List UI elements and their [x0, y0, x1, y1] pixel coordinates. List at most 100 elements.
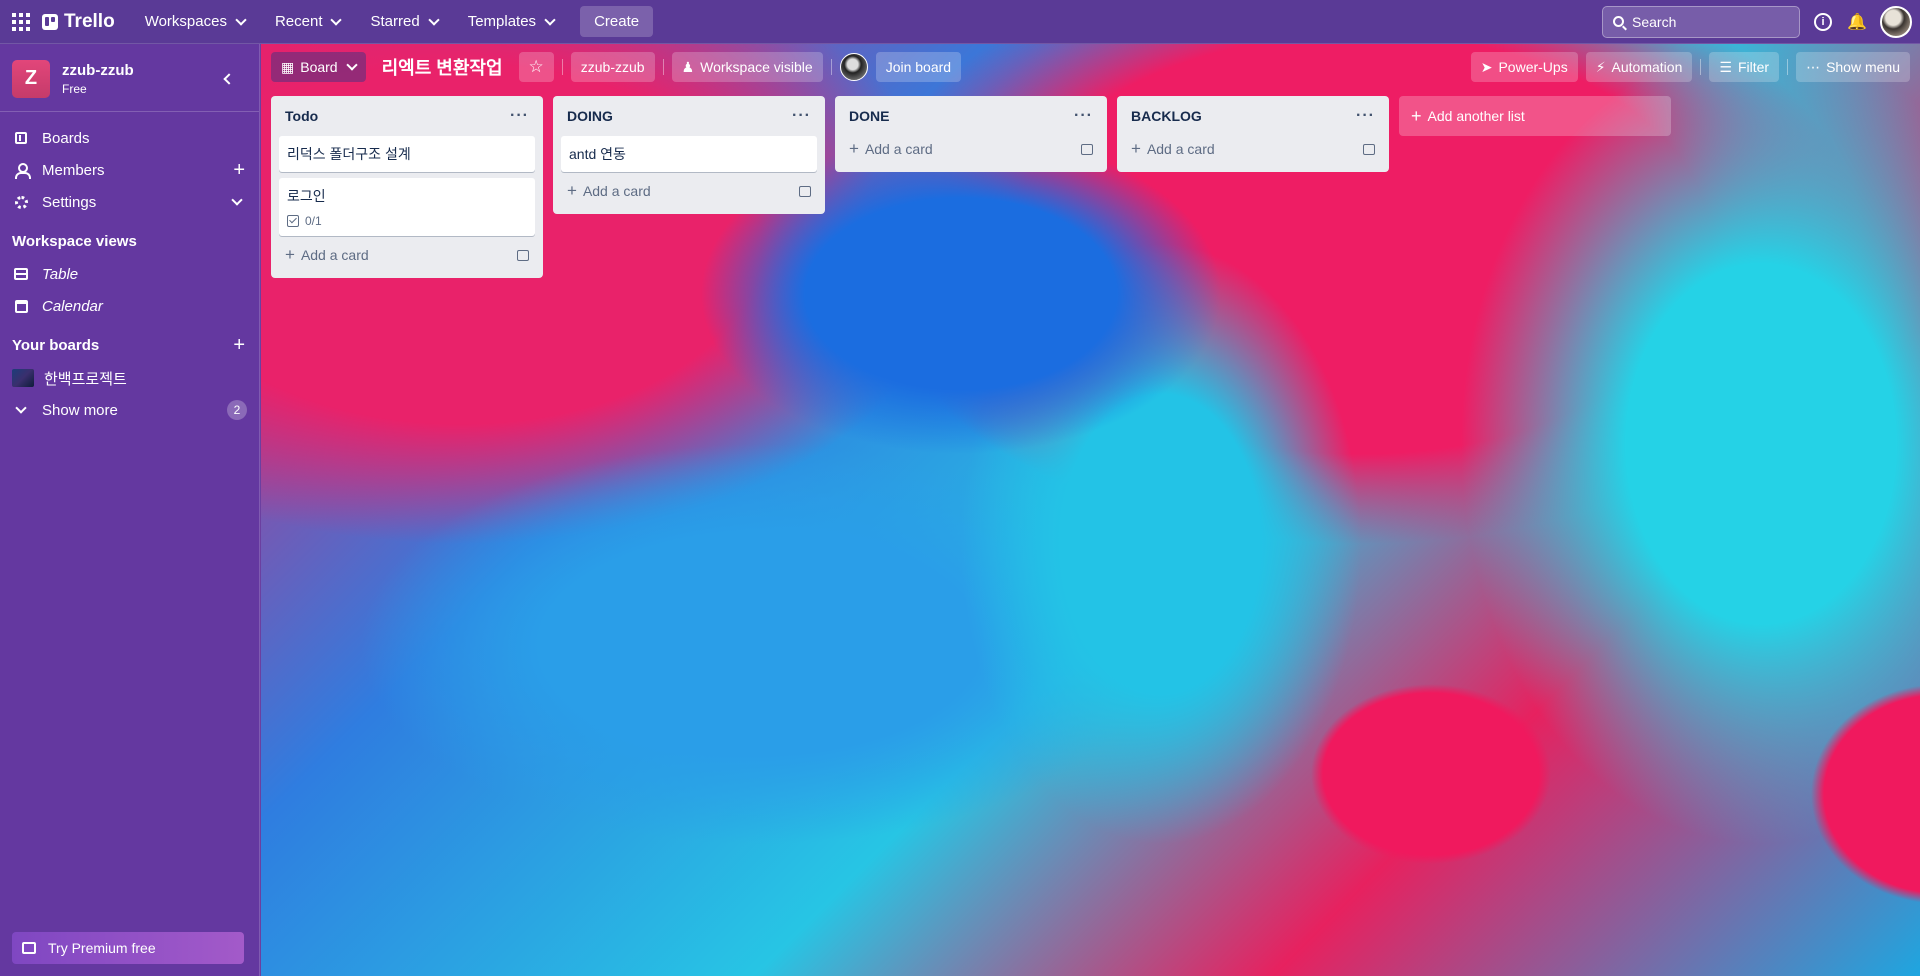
filter-icon: ☰: [1719, 58, 1732, 75]
plus-icon: +: [285, 245, 295, 264]
list-menu-icon[interactable]: ···: [792, 107, 811, 125]
workspace-plan: Free: [62, 81, 87, 96]
list-todo[interactable]: Todo ··· 리덕스 폴더구조 설계 로그인 0/1 + Add a car…: [271, 96, 543, 278]
list-title[interactable]: BACKLOG: [1131, 108, 1202, 124]
premium-icon: [22, 942, 36, 954]
board-thumbnail: [12, 369, 34, 387]
sidebar-item-calendar[interactable]: Calendar: [0, 290, 259, 322]
star-board-button[interactable]: ☆: [518, 52, 554, 82]
divider: [830, 59, 832, 75]
workspace-name[interactable]: zzub-zzub: [62, 62, 134, 79]
table-icon: [14, 268, 28, 280]
card-template-icon[interactable]: [799, 185, 811, 197]
plus-icon: +: [1411, 105, 1422, 126]
workspace-views-heading: Workspace views: [12, 232, 137, 250]
card[interactable]: 리덕스 폴더구조 설계: [279, 136, 535, 172]
sidebar-item-label: Boards: [42, 129, 90, 147]
add-card-label: Add a card: [300, 247, 369, 263]
sidebar-board-item[interactable]: 한백프로젝트: [0, 362, 259, 394]
member-avatar[interactable]: [839, 53, 868, 81]
trello-logo[interactable]: Trello: [42, 11, 115, 33]
nav-templates[interactable]: Templates: [456, 7, 566, 36]
info-icon: i: [1814, 12, 1832, 31]
list-menu-icon[interactable]: ···: [1074, 107, 1093, 125]
board-view-switcher[interactable]: ▦ Board: [271, 52, 366, 82]
calendar-icon: [14, 299, 28, 313]
show-more-count: 2: [227, 400, 247, 420]
sidebar-item-label: Settings: [42, 193, 97, 211]
add-board-icon[interactable]: +: [233, 334, 245, 357]
nav-starred[interactable]: Starred: [358, 7, 449, 36]
divider: [1700, 59, 1702, 75]
notifications-button[interactable]: 🔔: [1846, 11, 1868, 33]
chevron-down-icon: [428, 13, 440, 26]
person-icon: [15, 163, 31, 179]
card-template-icon[interactable]: [1363, 143, 1375, 155]
your-boards-heading: Your boards +: [0, 328, 259, 362]
visibility-button[interactable]: ♟ Workspace visible: [671, 52, 823, 82]
card[interactable]: 로그인 0/1: [279, 178, 535, 236]
list-doing[interactable]: DOING ··· antd 연동 + Add a card: [553, 96, 825, 214]
add-card-button[interactable]: + Add a card: [279, 240, 535, 270]
sidebar-item-members[interactable]: Members +: [0, 154, 259, 186]
premium-label: Try Premium free: [48, 940, 156, 956]
card-title: 리덕스 폴더구조 설계: [287, 146, 411, 162]
search-input[interactable]: Search: [1602, 5, 1800, 38]
sidebar-item-boards[interactable]: Boards: [0, 122, 259, 154]
list-title[interactable]: DONE: [849, 108, 889, 124]
power-ups-label: Power-Ups: [1498, 59, 1568, 75]
show-more-label: Show more: [42, 401, 118, 419]
lists-container: Todo ··· 리덕스 폴더구조 설계 로그인 0/1 + Add a car…: [271, 96, 1671, 278]
show-more-boards[interactable]: Show more 2: [0, 394, 259, 426]
card-template-icon[interactable]: [1081, 143, 1093, 155]
add-card-button[interactable]: + Add a card: [561, 176, 817, 206]
user-avatar[interactable]: [1880, 5, 1912, 38]
sidebar-item-settings[interactable]: Settings: [0, 186, 259, 218]
add-another-list-button[interactable]: + Add another list: [1399, 96, 1671, 136]
nav-recent[interactable]: Recent: [263, 7, 353, 36]
show-menu-button[interactable]: ⋯ Show menu: [1796, 52, 1910, 82]
add-card-button[interactable]: + Add a card: [1125, 134, 1381, 164]
board-canvas: ▦ Board 리엑트 변환작업 ☆ zzub-zzub ♟ Workspace…: [261, 44, 1920, 976]
list-menu-icon[interactable]: ···: [1356, 107, 1375, 125]
workspace-button[interactable]: zzub-zzub: [570, 52, 655, 82]
checklist-icon: [287, 215, 299, 227]
card[interactable]: antd 연동: [561, 136, 817, 172]
board-header: ▦ Board 리엑트 변환작업 ☆ zzub-zzub ♟ Workspace…: [271, 52, 1910, 82]
join-board-button[interactable]: Join board: [875, 52, 962, 82]
nav-recent-label: Recent: [274, 13, 323, 30]
your-boards-label: Your boards: [12, 336, 100, 354]
automation-button[interactable]: ⚡ Automation: [1585, 52, 1693, 82]
add-card-button[interactable]: + Add a card: [843, 134, 1099, 164]
try-premium-button[interactable]: Try Premium free: [12, 932, 244, 964]
add-member-icon[interactable]: +: [233, 160, 245, 180]
chevron-down-icon[interactable]: [231, 194, 243, 206]
list-title[interactable]: DOING: [567, 108, 613, 124]
list-title[interactable]: Todo: [285, 108, 318, 124]
nav-workspaces[interactable]: Workspaces: [133, 7, 257, 36]
create-button[interactable]: Create: [580, 6, 654, 37]
add-card-label: Add a card: [582, 183, 651, 199]
power-ups-button[interactable]: ➤ Power-Ups: [1470, 52, 1578, 82]
rocket-icon: ➤: [1480, 58, 1493, 75]
board-view-icon: ▦: [281, 58, 295, 75]
plus-icon: +: [567, 181, 577, 200]
board-title[interactable]: 리엑트 변환작업: [374, 54, 511, 80]
app-switcher-icon[interactable]: [10, 11, 32, 33]
bell-icon: 🔔: [1847, 13, 1867, 31]
list-done[interactable]: DONE ··· + Add a card: [835, 96, 1107, 172]
list-menu-icon[interactable]: ···: [510, 107, 529, 125]
sidebar-item-label: Calendar: [42, 297, 103, 315]
add-card-label: Add a card: [1146, 141, 1215, 157]
filter-button[interactable]: ☰ Filter: [1709, 52, 1780, 82]
nav-starred-label: Starred: [370, 13, 420, 30]
collapse-sidebar-icon[interactable]: [223, 72, 235, 85]
workspace-header: Z zzub-zzub Free: [0, 44, 259, 112]
star-icon: ☆: [528, 57, 544, 76]
list-backlog[interactable]: BACKLOG ··· + Add a card: [1117, 96, 1389, 172]
info-button[interactable]: i: [1812, 11, 1834, 33]
sidebar-item-table[interactable]: Table: [0, 258, 259, 290]
card-title: antd 연동: [569, 146, 626, 162]
card-template-icon[interactable]: [517, 249, 529, 261]
card-title: 로그인: [287, 188, 326, 204]
